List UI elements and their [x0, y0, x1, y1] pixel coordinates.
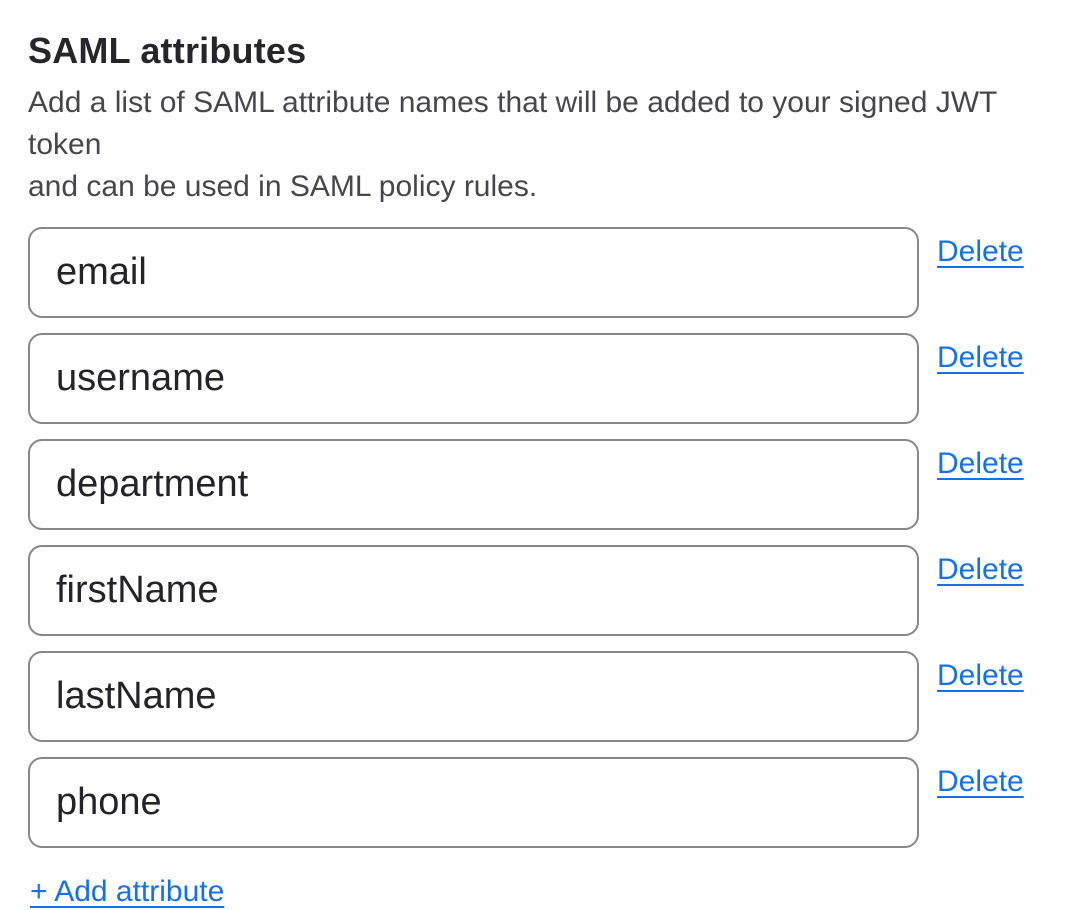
- attribute-row: Delete: [28, 757, 1046, 848]
- saml-attributes-section: SAML attributes Add a list of SAML attri…: [0, 0, 1066, 910]
- delete-attribute-link[interactable]: Delete: [937, 764, 1024, 800]
- attribute-input-phone[interactable]: [28, 757, 919, 848]
- attribute-row: Delete: [28, 545, 1046, 636]
- attribute-input-lastname[interactable]: [28, 651, 919, 742]
- delete-attribute-link[interactable]: Delete: [937, 234, 1024, 270]
- description-line-1: Add a list of SAML attribute names that …: [28, 82, 1046, 166]
- attribute-row: Delete: [28, 227, 1046, 318]
- attribute-input-department[interactable]: [28, 439, 919, 530]
- attribute-row: Delete: [28, 651, 1046, 742]
- attribute-row: Delete: [28, 439, 1046, 530]
- attribute-input-firstname[interactable]: [28, 545, 919, 636]
- section-description: Add a list of SAML attribute names that …: [28, 82, 1046, 208]
- delete-attribute-link[interactable]: Delete: [937, 446, 1024, 482]
- attribute-input-email[interactable]: [28, 227, 919, 318]
- delete-attribute-link[interactable]: Delete: [937, 340, 1024, 376]
- attribute-input-username[interactable]: [28, 333, 919, 424]
- attribute-row: Delete: [28, 333, 1046, 424]
- add-attribute-link[interactable]: + Add attribute: [30, 874, 224, 910]
- delete-attribute-link[interactable]: Delete: [937, 552, 1024, 588]
- section-title: SAML attributes: [28, 30, 1046, 72]
- delete-attribute-link[interactable]: Delete: [937, 658, 1024, 694]
- description-line-2: and can be used in SAML policy rules.: [28, 166, 1046, 208]
